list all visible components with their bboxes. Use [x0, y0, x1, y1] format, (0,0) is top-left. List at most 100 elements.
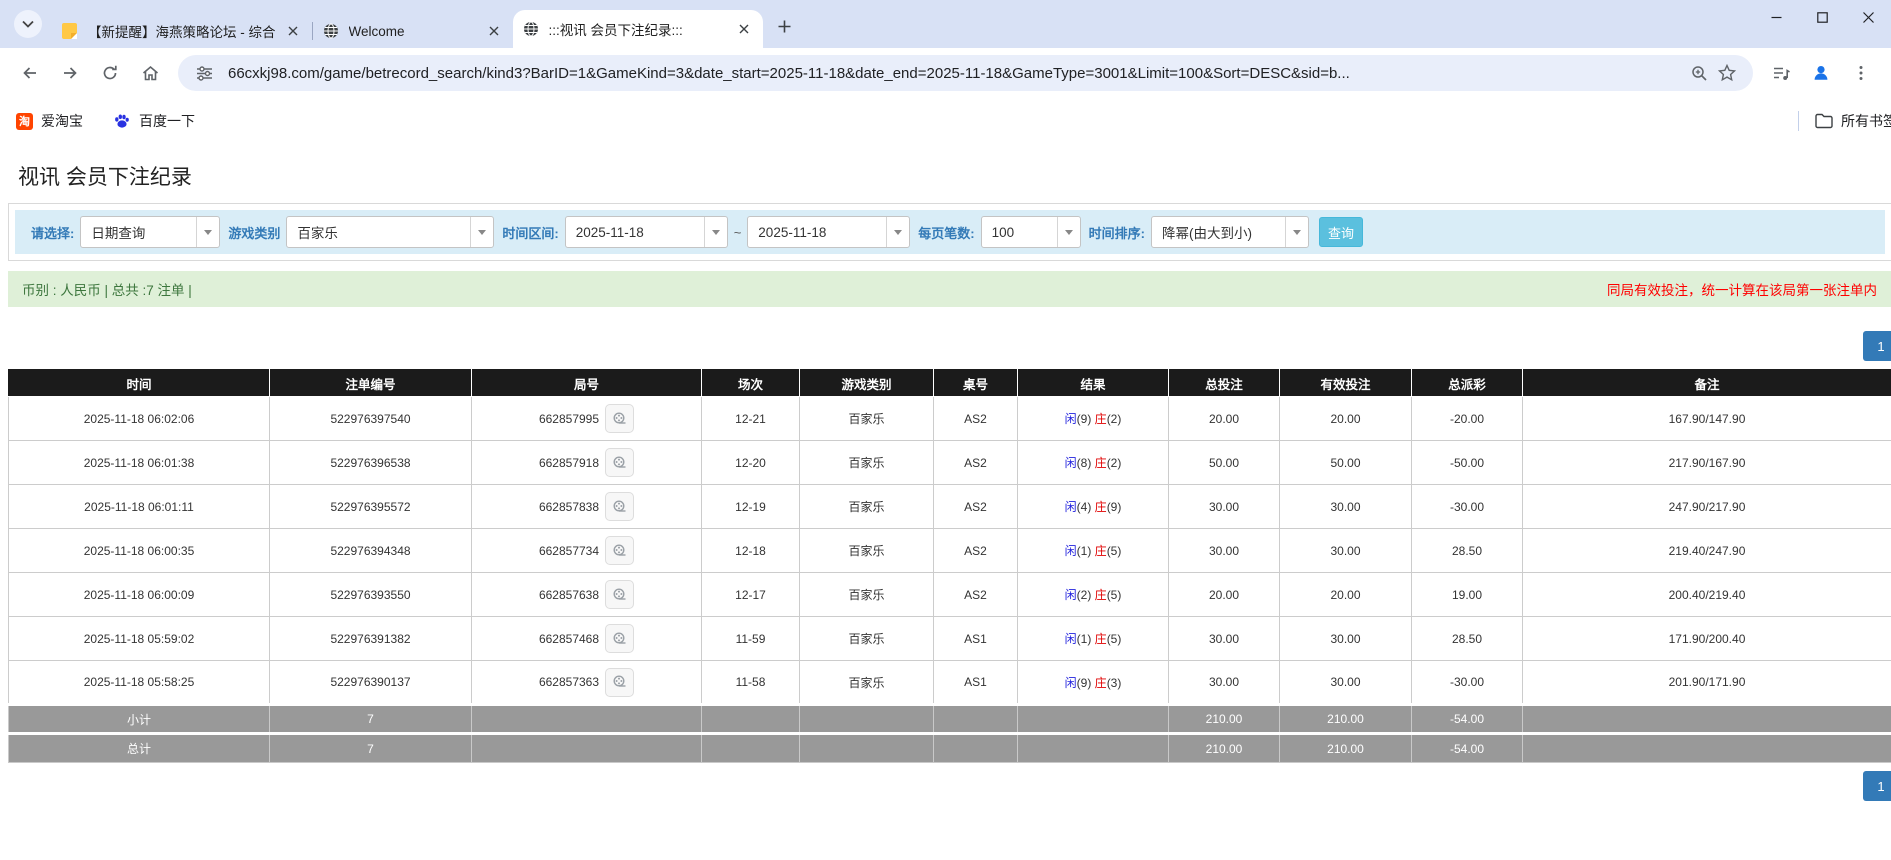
- reload-button[interactable]: [93, 56, 127, 90]
- date-end-value: 2025-11-18: [758, 224, 827, 240]
- url-text[interactable]: 66cxkj98.com/game/betrecord_search/kind3…: [228, 65, 1685, 82]
- currency-total-text: 币别 : 人民币 | 总共 :7 注单 |: [22, 283, 192, 298]
- bookmark-taobao[interactable]: 淘 爱淘宝: [16, 111, 83, 131]
- per-page-select[interactable]: 100: [980, 216, 1081, 248]
- date-start-select[interactable]: 2025-11-18: [564, 216, 728, 248]
- globe-icon: [523, 21, 540, 37]
- home-icon: [142, 65, 158, 80]
- cell-note: 200.40/219.40: [1522, 572, 1891, 617]
- select-label: 请选择:: [31, 225, 75, 241]
- back-button[interactable]: [13, 56, 47, 90]
- cell-result: 闲(9) 庄(2): [1017, 396, 1169, 441]
- cell-session: 12-21: [701, 396, 800, 441]
- chevron-down-icon: [470, 217, 493, 247]
- media-controls-button[interactable]: [1764, 56, 1798, 90]
- cell-total-bet[interactable]: 50.00: [1168, 440, 1280, 485]
- site-settings-icon[interactable]: [190, 59, 218, 87]
- cell-total-bet[interactable]: 30.00: [1168, 616, 1280, 661]
- cell-total-bet[interactable]: 30.00: [1168, 484, 1280, 529]
- bookmarks-right: 所有书签: [1798, 111, 1891, 131]
- close-tab-icon[interactable]: [284, 22, 302, 40]
- video-replay-icon[interactable]: [605, 536, 635, 565]
- table-row: 2025-11-18 06:00:09 522976393550 6628576…: [8, 572, 1891, 617]
- video-replay-icon[interactable]: [605, 492, 635, 521]
- cell-round: 662857363: [471, 660, 702, 705]
- cell-result: 闲(1) 庄(5): [1017, 528, 1169, 573]
- browser-menu-button[interactable]: [1844, 56, 1878, 90]
- cell-game: 百家乐: [799, 396, 934, 441]
- close-tab-icon[interactable]: [485, 22, 503, 40]
- close-tab-icon[interactable]: [735, 20, 753, 38]
- cell-total-bet[interactable]: 20.00: [1168, 396, 1280, 441]
- cell-table: AS2: [933, 484, 1018, 529]
- address-bar[interactable]: 66cxkj98.com/game/betrecord_search/kind3…: [178, 55, 1753, 91]
- video-replay-icon[interactable]: [605, 404, 635, 433]
- all-bookmarks-button[interactable]: 所有书签: [1815, 111, 1891, 131]
- page-1-button[interactable]: 1: [1863, 331, 1891, 361]
- playlist-icon: [1773, 67, 1790, 80]
- cell-session: 12-19: [701, 484, 800, 529]
- cell-game: 百家乐: [799, 660, 934, 705]
- cell-total-bet[interactable]: 30.00: [1168, 660, 1280, 705]
- cell-result: 闲(8) 庄(2): [1017, 440, 1169, 485]
- forward-button[interactable]: [53, 56, 87, 90]
- cell-round: 662857468: [471, 616, 702, 661]
- cell-total-bet[interactable]: 30.00: [1168, 528, 1280, 573]
- video-replay-icon[interactable]: [605, 580, 635, 609]
- table-row: 2025-11-18 05:59:02 522976391382 6628574…: [8, 616, 1891, 661]
- tab-welcome[interactable]: Welcome: [313, 14, 513, 48]
- cell-valid-bet: 20.00: [1279, 396, 1412, 441]
- home-button[interactable]: [133, 56, 167, 90]
- col-session: 场次: [701, 369, 800, 397]
- bookmark-star-icon[interactable]: [1713, 59, 1741, 87]
- cell-time: 2025-11-18 06:01:11: [8, 484, 270, 529]
- bookmark-baidu[interactable]: 百度一下: [113, 111, 195, 131]
- cell-payout: -30.00: [1411, 660, 1523, 705]
- cell-valid-bet: 30.00: [1279, 660, 1412, 705]
- cell-valid-bet: 30.00: [1279, 528, 1412, 573]
- search-button[interactable]: 查询: [1318, 217, 1363, 247]
- cell-game: 百家乐: [799, 440, 934, 485]
- subtotal-label: 小计: [8, 703, 270, 734]
- subtotal-row: 小计 7 210.00 210.00 -54.00: [8, 703, 1891, 734]
- query-type-select[interactable]: 日期查询: [80, 216, 221, 248]
- per-page-value: 100: [991, 224, 1015, 240]
- game-type-select[interactable]: 百家乐: [286, 216, 495, 248]
- bookmark-label: 爱淘宝: [41, 113, 83, 129]
- sort-select[interactable]: 降幂(由大到小): [1150, 216, 1309, 248]
- close-window-button[interactable]: [1845, 0, 1891, 34]
- tab-forum[interactable]: 【新提醒】海燕策略论坛 - 综合: [52, 14, 312, 48]
- cell-payout: -50.00: [1411, 440, 1523, 485]
- cell-note: 217.90/167.90: [1522, 440, 1891, 485]
- minimize-button[interactable]: [1753, 0, 1799, 34]
- total-payout: -54.00: [1411, 732, 1523, 763]
- profile-button[interactable]: [1804, 56, 1838, 90]
- cell-game: 百家乐: [799, 484, 934, 529]
- chevron-down-icon: [886, 217, 909, 247]
- table-header-row: 时间 注单编号 局号 场次 游戏类别 桌号 结果 总投注 有效投注 总派彩 备注: [8, 369, 1891, 397]
- tab-search-button[interactable]: [14, 10, 42, 38]
- tab-title: Welcome: [348, 23, 405, 39]
- cell-session: 11-58: [701, 660, 800, 705]
- date-end-select[interactable]: 2025-11-18: [747, 216, 911, 248]
- zoom-page-icon[interactable]: [1685, 59, 1713, 87]
- cell-bet-id: 522976395572: [269, 484, 472, 529]
- globe-icon: [323, 23, 340, 39]
- page-1-button[interactable]: 1: [1863, 771, 1891, 801]
- video-replay-icon[interactable]: [605, 667, 635, 697]
- table-row: 2025-11-18 06:01:38 522976396538 6628579…: [8, 440, 1891, 485]
- new-tab-button[interactable]: [771, 12, 799, 40]
- cell-session: 12-17: [701, 572, 800, 617]
- date-start-value: 2025-11-18: [575, 224, 644, 240]
- maximize-button[interactable]: [1799, 0, 1845, 34]
- cell-time: 2025-11-18 06:02:06: [8, 396, 270, 441]
- video-replay-icon[interactable]: [605, 448, 635, 477]
- round-number: 662857995: [538, 411, 600, 426]
- cell-total-bet[interactable]: 20.00: [1168, 572, 1280, 617]
- cell-bet-id: 522976391382: [269, 616, 472, 661]
- total-valid-bet: 210.00: [1279, 732, 1412, 763]
- cell-round: 662857638: [471, 572, 702, 617]
- video-replay-icon[interactable]: [605, 624, 635, 653]
- subtotal-count: 7: [269, 703, 472, 734]
- tab-bet-records-active[interactable]: :::视讯 会员下注纪录:::: [512, 10, 763, 48]
